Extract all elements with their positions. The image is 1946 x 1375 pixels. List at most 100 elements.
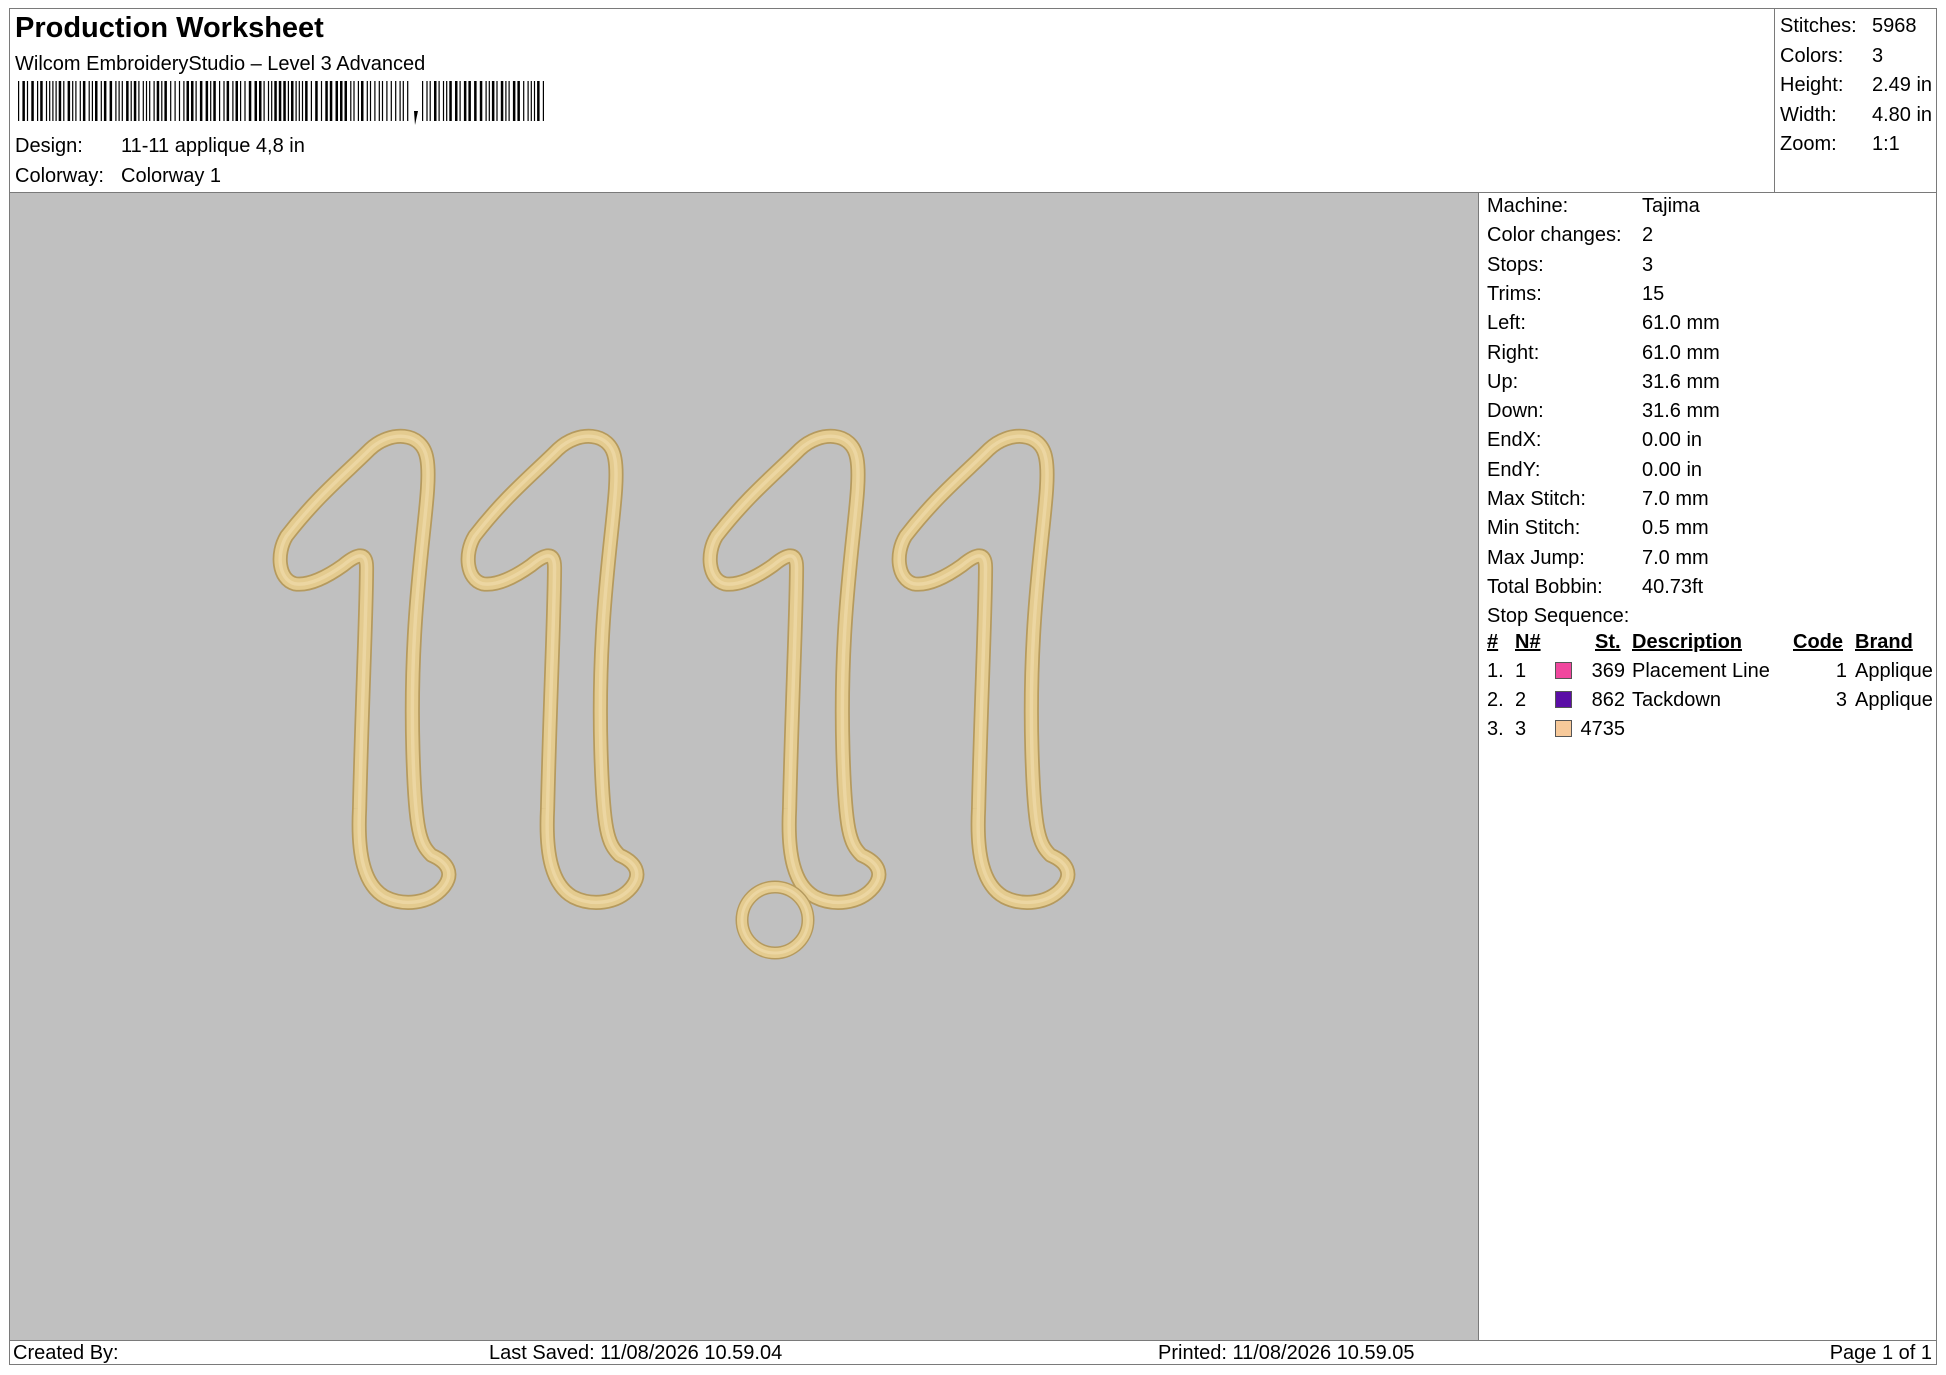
barcode-bar xyxy=(40,81,43,121)
row-needle: 3 xyxy=(1515,718,1527,740)
info-value: 7.0 mm xyxy=(1642,488,1709,510)
info-label: Right: xyxy=(1487,341,1540,364)
barcode-bar xyxy=(315,81,318,121)
info-row: Total Bobbin: 40.73ft xyxy=(1487,576,1703,599)
barcode-bar xyxy=(223,81,225,121)
barcode-bar xyxy=(31,81,34,121)
barcode-bar xyxy=(537,81,540,121)
design-label: Design: xyxy=(15,135,83,157)
numeral-one xyxy=(710,436,879,902)
barcode-bar xyxy=(434,81,437,121)
info-label: EndY: xyxy=(1487,458,1541,481)
barcode-bar xyxy=(138,81,140,121)
header-brand: Brand xyxy=(1855,631,1913,653)
design-row: Design: 11-11 applique 4,8 in xyxy=(15,135,305,158)
barcode-bar xyxy=(390,81,392,121)
barcode-bar xyxy=(191,81,194,121)
summary-label: Zoom: xyxy=(1780,133,1837,155)
header-num: # xyxy=(1487,631,1499,653)
barcode-bar xyxy=(271,81,273,121)
barcode-bar xyxy=(512,81,516,121)
barcode-bar xyxy=(186,81,189,121)
row-code: 1 xyxy=(1835,660,1847,682)
barcode-bar xyxy=(121,81,123,121)
barcode-bar xyxy=(378,81,380,121)
barcode-bar xyxy=(164,81,167,121)
barcode-bar xyxy=(210,81,212,121)
barcode-comma xyxy=(414,111,418,125)
barcode xyxy=(18,81,544,125)
info-value: 0.5 mm xyxy=(1642,517,1709,540)
barcode-bar xyxy=(485,81,487,121)
barcode-bar xyxy=(45,81,48,121)
info-row: Color changes: 2 xyxy=(1487,224,1653,247)
thread-color-swatch xyxy=(1555,691,1572,708)
barcode-bar xyxy=(517,81,520,121)
page-number: Page 1 of 1 xyxy=(1829,1342,1932,1364)
barcode-bar xyxy=(240,81,242,121)
barcode-bar xyxy=(508,81,510,121)
barcode-bar xyxy=(82,81,86,121)
barcode-bar xyxy=(235,81,238,121)
barcode-bar xyxy=(52,81,54,121)
software-name: Wilcom EmbroideryStudio – Level 3 Advanc… xyxy=(15,53,426,75)
barcode-bar xyxy=(79,81,81,121)
barcode-bar xyxy=(205,81,209,121)
summary-label: Colors: xyxy=(1780,44,1844,67)
barcode-bar xyxy=(100,81,102,121)
barcode-bar xyxy=(455,81,458,121)
barcode-bar xyxy=(109,81,113,121)
info-label: Total Bobbin: xyxy=(1487,575,1603,598)
info-row: Trims: 15 xyxy=(1487,283,1664,306)
row-description: Placement Line xyxy=(1632,660,1770,682)
barcode-bar xyxy=(145,81,148,121)
info-value: 31.6 mm xyxy=(1642,370,1720,393)
barcode-bar xyxy=(496,81,498,121)
colorway-value: Colorway 1 xyxy=(121,165,222,187)
info-row: Up: 31.6 mm xyxy=(1487,371,1720,394)
barcode-bar xyxy=(474,81,477,121)
design-value: 11-11 applique 4,8 in xyxy=(121,135,305,157)
header-n: N# xyxy=(1515,631,1541,653)
numeral-one xyxy=(899,436,1068,902)
barcode-bar xyxy=(75,81,77,121)
barcode-bar xyxy=(488,81,490,121)
barcode-bar xyxy=(310,81,312,121)
info-row: Right: 61.0 mm xyxy=(1487,342,1720,365)
barcode-bar xyxy=(244,81,246,121)
summary-value: 2.49 in xyxy=(1872,74,1933,96)
barcode-bar xyxy=(479,81,483,121)
production-worksheet: Production Worksheet Wilcom EmbroiderySt… xyxy=(9,8,1937,1365)
barcode-bar xyxy=(320,81,323,121)
barcode-bar xyxy=(422,81,424,121)
summary-row: Stitches: 5968 xyxy=(1780,12,1936,42)
row-num: 1. xyxy=(1487,660,1504,682)
barcode-bar xyxy=(142,81,144,121)
barcode-bar xyxy=(298,81,300,121)
barcode-bar xyxy=(446,81,448,121)
barcode-bar xyxy=(438,81,440,121)
worksheet-header: Production Worksheet Wilcom EmbroiderySt… xyxy=(10,9,1936,193)
barcode-bar xyxy=(161,81,163,121)
info-value: 15 xyxy=(1642,282,1665,305)
barcode-bar xyxy=(344,81,347,121)
barcode-bar xyxy=(170,81,172,121)
barcode-bar xyxy=(149,81,151,121)
barcode-bar xyxy=(283,81,286,121)
info-label: Stop Sequence: xyxy=(1487,605,1630,628)
machine-info-panel: Machine: Tajima Color changes: 2 Stops: 3 Trim… xyxy=(1483,193,1936,1340)
worksheet-footer: Created By: Last Saved: 11/08/2026 10.59… xyxy=(10,1340,1936,1364)
barcode-bar xyxy=(156,81,160,121)
barcode-bar xyxy=(291,81,294,121)
barcode-bar xyxy=(329,81,333,121)
info-label: Left: xyxy=(1487,312,1526,335)
barcode-bar xyxy=(402,81,404,121)
barcode-bar xyxy=(213,81,216,121)
barcode-bar xyxy=(115,81,117,121)
barcode-bar xyxy=(118,81,120,121)
barcode-bar xyxy=(468,81,471,121)
info-value: 0.00 in xyxy=(1642,429,1703,452)
info-row: Left: 61.0 mm xyxy=(1487,312,1720,335)
barcode-bar xyxy=(178,81,181,121)
barcode-bar xyxy=(305,81,308,121)
